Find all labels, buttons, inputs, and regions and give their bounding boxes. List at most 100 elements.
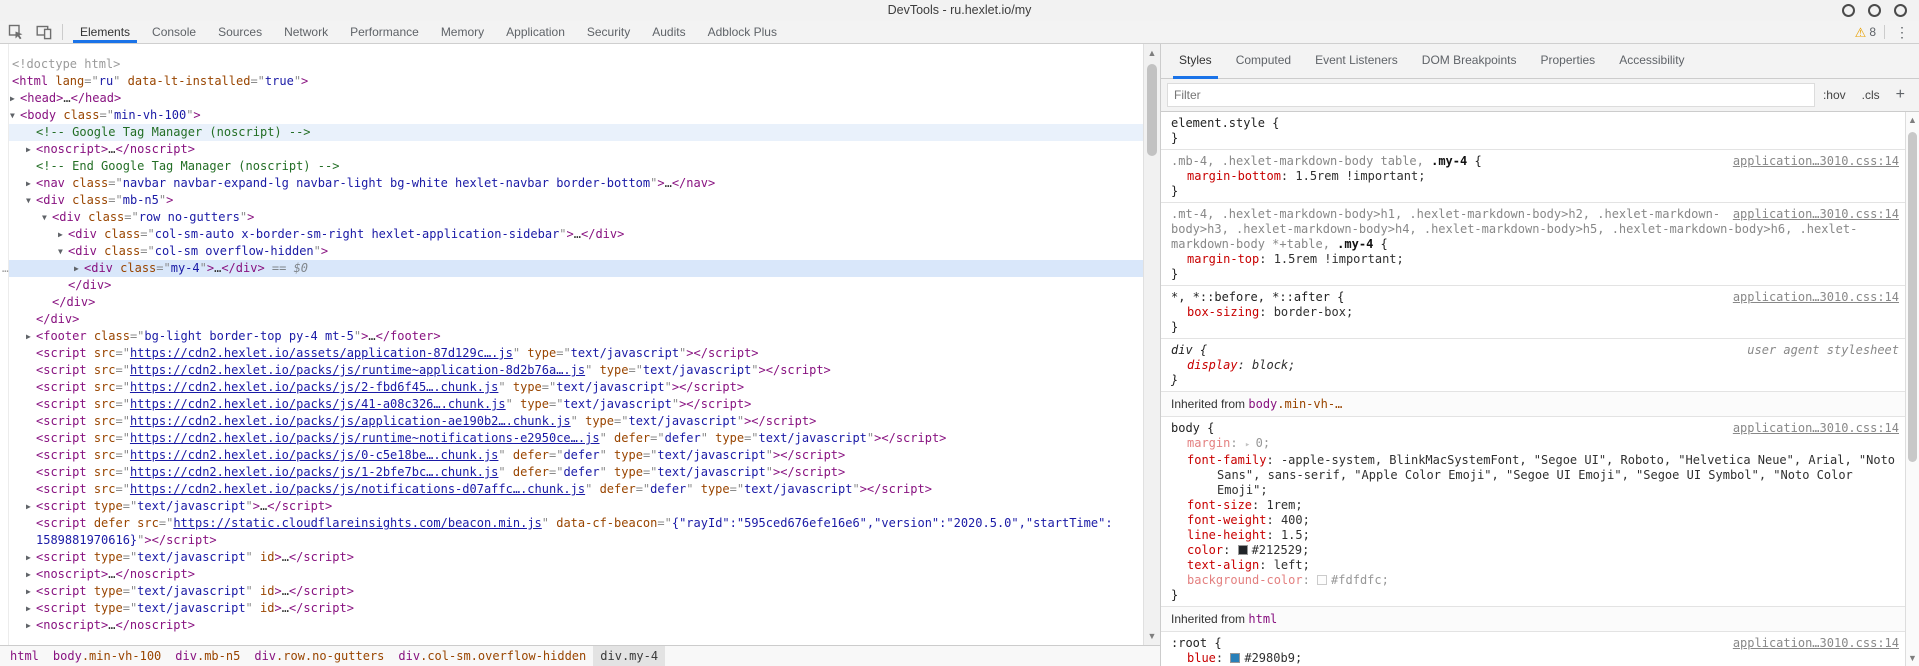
new-style-rule-button[interactable]: + [1888, 86, 1913, 104]
css-selector[interactable]: .my-4 [1431, 154, 1467, 168]
dom-tree-row[interactable]: </div> [9, 277, 1143, 294]
css-property[interactable]: font-family: -apple-system, BlinkMacSyst… [1171, 453, 1899, 498]
css-property[interactable]: margin: ▸ 0; [1171, 436, 1899, 453]
expand-arrow-icon[interactable]: ▶ [26, 583, 31, 600]
scroll-down-icon[interactable]: ▼ [1906, 651, 1919, 665]
dom-tree-row[interactable]: <!doctype html> [9, 56, 1143, 73]
expand-arrow-icon[interactable]: ▶ [26, 600, 31, 617]
dom-tree-row[interactable]: <script src="https://cdn2.hexlet.io/pack… [9, 464, 1143, 481]
attribute-link[interactable]: https://cdn2.hexlet.io/packs/js/0-c5e18b… [130, 448, 498, 462]
dom-tree-row[interactable]: <script src="https://cdn2.hexlet.io/pack… [9, 413, 1143, 430]
css-property[interactable]: font-size: 1rem; [1171, 498, 1899, 513]
attribute-link[interactable]: https://cdn2.hexlet.io/packs/js/runtime~… [130, 363, 585, 377]
tab-audits[interactable]: Audits [641, 21, 696, 43]
breadcrumb-item[interactable]: html [3, 646, 46, 666]
dom-tree-row[interactable]: <!-- Google Tag Manager (noscript) --> [9, 124, 1143, 141]
expand-arrow-icon[interactable]: ▶ [26, 549, 31, 566]
scroll-down-icon[interactable]: ▼ [1144, 629, 1160, 643]
attribute-link[interactable]: https://cdn2.hexlet.io/packs/js/runtime~… [130, 431, 600, 445]
color-swatch[interactable] [1237, 545, 1248, 555]
attribute-link[interactable]: https://cdn2.hexlet.io/assets/applicatio… [130, 346, 513, 360]
breadcrumb-item[interactable]: div.my-4 [593, 646, 666, 666]
dom-tree-row[interactable]: ▶ <noscript>…</noscript> [9, 566, 1143, 583]
sidebar-tab-properties[interactable]: Properties [1528, 44, 1607, 78]
stylesheet-source-link[interactable]: application…3010.css:14 [1733, 154, 1899, 169]
dom-tree-scrollbar[interactable]: ▲ ▼ [1143, 44, 1160, 645]
dom-tree-row[interactable]: ▶ <noscript>…</noscript> [9, 141, 1143, 158]
stylesheet-source-link[interactable]: application…3010.css:14 [1733, 207, 1899, 222]
breadcrumb-item[interactable]: div.col-sm.overflow-hidden [391, 646, 593, 666]
css-property[interactable]: color: #212529; [1171, 543, 1899, 558]
dom-tree-row[interactable]: ▶ <noscript>…</noscript> [9, 617, 1143, 634]
css-property[interactable]: box-sizing: border-box; [1171, 305, 1899, 320]
breadcrumb-item[interactable]: body.min-vh-100 [46, 646, 168, 666]
sidebar-tab-dom-breakpoints[interactable]: DOM Breakpoints [1410, 44, 1529, 78]
dom-tree-row[interactable]: </div> [9, 294, 1143, 311]
dom-tree-row[interactable]: ▼ <div class="col-sm overflow-hidden"> [9, 243, 1143, 260]
css-selector[interactable]: element.style [1171, 116, 1265, 130]
dom-tree-row[interactable]: ▼ <div class="row no-gutters"> [9, 209, 1143, 226]
warnings-badge[interactable]: ⚠ 8 [1855, 25, 1876, 39]
dom-tree-row[interactable]: <script src="https://cdn2.hexlet.io/asse… [9, 345, 1143, 362]
scrollbar-thumb[interactable] [1147, 64, 1157, 156]
inspect-cursor-icon[interactable] [8, 24, 24, 40]
attribute-link[interactable]: https://cdn2.hexlet.io/packs/js/1-2bfe7b… [130, 465, 498, 479]
dom-tree-row[interactable]: <script src="https://cdn2.hexlet.io/pack… [9, 362, 1143, 379]
dom-tree-row[interactable]: <script src="https://cdn2.hexlet.io/pack… [9, 396, 1143, 413]
css-property[interactable]: text-align: left; [1171, 558, 1899, 573]
tab-network[interactable]: Network [273, 21, 339, 43]
color-swatch[interactable] [1230, 653, 1241, 663]
dom-tree-row[interactable]: ▶ <head>…</head> [9, 90, 1143, 107]
dom-tree-row[interactable]: <script src="https://cdn2.hexlet.io/pack… [9, 481, 1143, 498]
styles-scrollbar[interactable]: ▲ ▼ [1905, 112, 1919, 666]
dom-tree-row[interactable]: <!-- End Google Tag Manager (noscript) -… [9, 158, 1143, 175]
inherited-node-link[interactable]: html [1248, 612, 1277, 626]
collapse-arrow-icon[interactable]: ▼ [26, 192, 31, 209]
dom-tree-row[interactable]: ▶ <script type="text/javascript">…</scrip… [9, 498, 1143, 515]
css-property[interactable]: display: block; [1171, 358, 1899, 373]
scrollbar-thumb[interactable] [1908, 132, 1917, 462]
dom-tree-row[interactable]: ▼ <div class="mb-n5"> [9, 192, 1143, 209]
inherited-node-link[interactable]: body.min-vh-… [1248, 397, 1342, 411]
color-swatch[interactable] [1317, 575, 1328, 585]
dom-tree-row[interactable]: ▶ <script type="text/javascript" id>…</sc… [9, 549, 1143, 566]
expand-arrow-icon[interactable]: ▶ [26, 498, 31, 515]
css-property[interactable]: blue: #2980b9; [1171, 651, 1899, 666]
expand-arrow-icon[interactable]: ▶ [10, 90, 15, 107]
css-selector[interactable]: div [1171, 343, 1193, 357]
window-button-minimize-icon[interactable] [1842, 4, 1855, 17]
tab-security[interactable]: Security [576, 21, 641, 43]
expand-arrow-icon[interactable]: ▶ [26, 617, 31, 634]
tab-adblock-plus[interactable]: Adblock Plus [697, 21, 788, 43]
css-property[interactable]: margin-top: 1.5rem !important; [1171, 252, 1899, 267]
collapse-arrow-icon[interactable]: ▼ [42, 209, 47, 226]
tab-sources[interactable]: Sources [207, 21, 273, 43]
attribute-link[interactable]: https://cdn2.hexlet.io/packs/js/applicat… [130, 414, 571, 428]
dom-tree-row[interactable]: ▶… <div class="my-4">…</div> == $0 [2, 260, 1143, 277]
css-property[interactable]: background-color: #fdfdfc; [1171, 573, 1899, 588]
css-property[interactable]: font-weight: 400; [1171, 513, 1899, 528]
dom-tree-row[interactable]: ▼ <body class="min-vh-100"> [9, 107, 1143, 124]
dom-tree-row[interactable]: ▶ <div class="col-sm-auto x-border-sm-rig… [9, 226, 1143, 243]
sidebar-tab-computed[interactable]: Computed [1224, 44, 1303, 78]
window-button-maximize-icon[interactable] [1868, 4, 1881, 17]
attribute-link[interactable]: https://cdn2.hexlet.io/packs/js/41-a08c3… [130, 397, 506, 411]
attribute-link[interactable]: https://static.cloudflareinsights.com/be… [173, 516, 541, 530]
tab-console[interactable]: Console [141, 21, 207, 43]
dom-tree-row[interactable]: ▶ <footer class="bg-light border-top py-4… [9, 328, 1143, 345]
window-button-close-icon[interactable] [1894, 4, 1907, 17]
tab-memory[interactable]: Memory [430, 21, 495, 43]
scroll-up-icon[interactable]: ▲ [1144, 46, 1160, 60]
attribute-link[interactable]: https://cdn2.hexlet.io/packs/js/2-fbd6f4… [130, 380, 498, 394]
sidebar-tab-styles[interactable]: Styles [1167, 44, 1224, 79]
css-selector[interactable]: body [1171, 421, 1200, 435]
dom-tree-row[interactable]: <script src="https://cdn2.hexlet.io/pack… [9, 379, 1143, 396]
breadcrumb-item[interactable]: div.row.no-gutters [247, 646, 391, 666]
expand-arrow-icon[interactable]: ▶ [26, 175, 31, 192]
styles-filter-input[interactable] [1167, 83, 1815, 107]
tab-elements[interactable]: Elements [69, 21, 141, 43]
toggle-hover-state-button[interactable]: :hov [1815, 88, 1854, 102]
expand-arrow-icon[interactable]: ▶ [58, 226, 63, 243]
expand-arrow-icon[interactable]: ▶ [26, 566, 31, 583]
kebab-menu-icon[interactable]: ⋮ [1893, 25, 1911, 39]
